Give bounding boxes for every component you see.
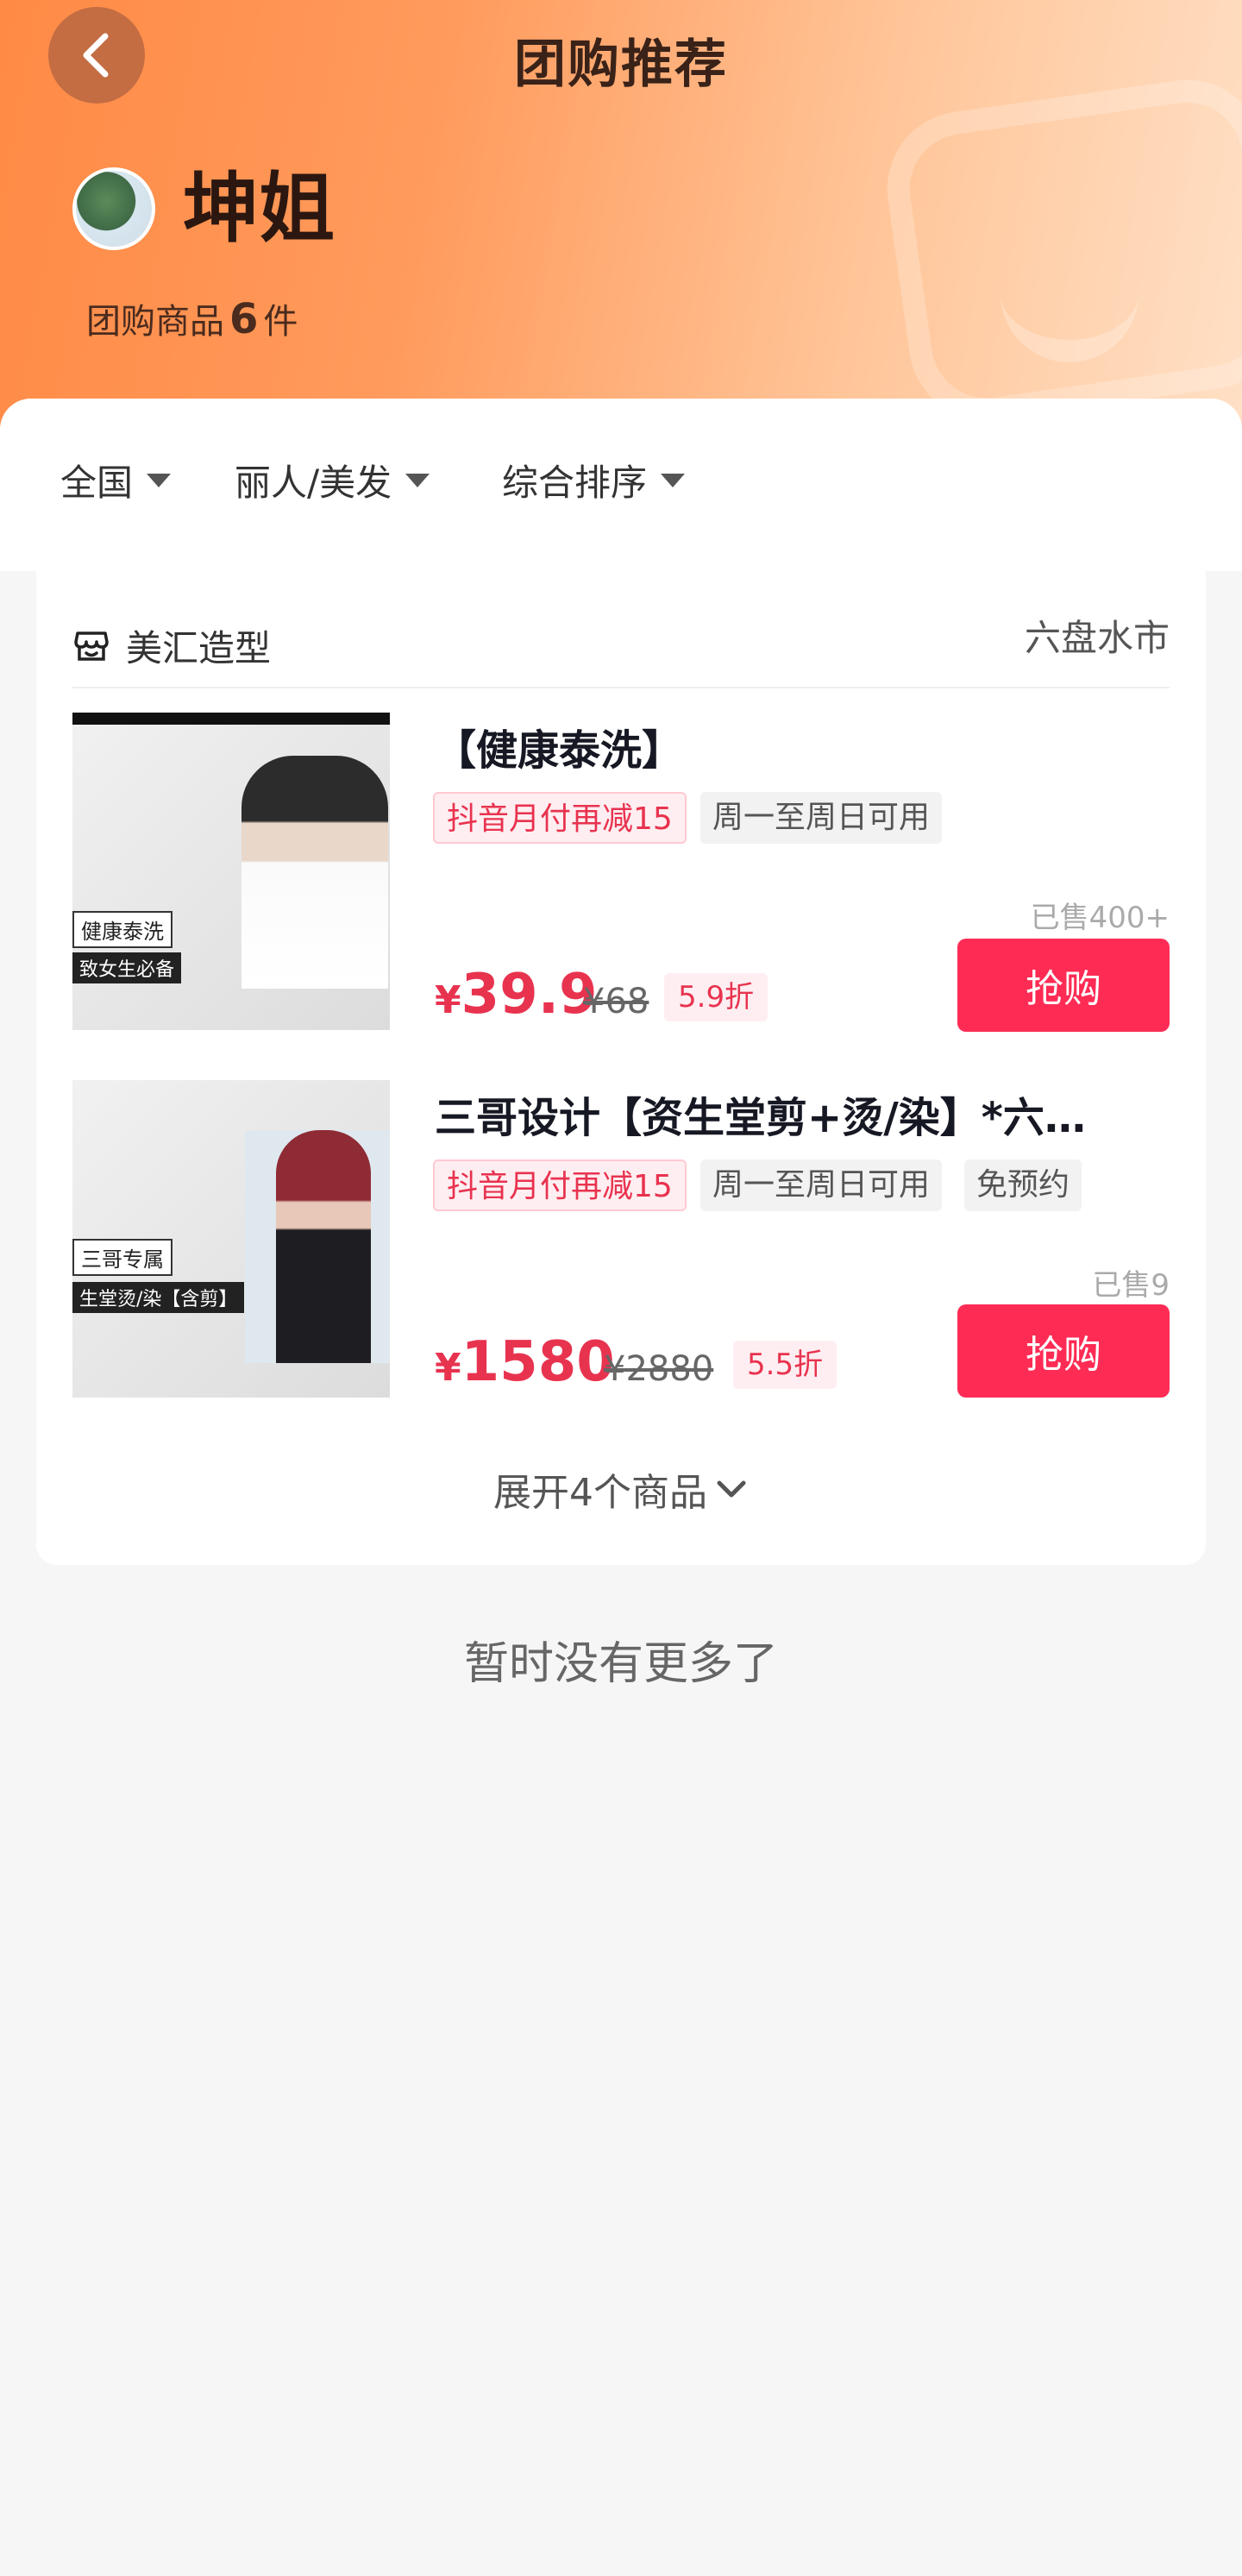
original-price: ¥68	[583, 982, 649, 1021]
thumbnail-top-bar	[72, 713, 390, 725]
filter-category[interactable]: 丽人/美发	[235, 454, 430, 506]
thumbnail-caption: 生堂烫/染【含剪】	[72, 1282, 245, 1313]
caret-down-icon	[147, 473, 172, 487]
product-title[interactable]: 【健康泰洗】	[435, 716, 1170, 776]
avatar[interactable]	[72, 167, 155, 250]
currency-symbol: ¥	[435, 1346, 461, 1390]
caret-down-icon	[405, 473, 430, 487]
store-name: 坤姐	[183, 164, 336, 253]
shop-header[interactable]: 美汇造型	[72, 604, 1170, 687]
goods-count-suffix: 件	[263, 302, 298, 342]
discount-badge: 5.5折	[733, 1341, 837, 1389]
goods-count-number: 6	[229, 295, 259, 343]
sold-count: 已售9	[1092, 1268, 1170, 1303]
thumbnail-caption: 健康泰洗	[72, 911, 172, 948]
product-thumbnail[interactable]: 健康泰洗 致女生必备	[72, 713, 390, 1030]
thumbnail-caption: 三哥专属	[72, 1239, 172, 1276]
model-photo	[276, 1130, 371, 1363]
shop-city: 六盘水市	[1024, 617, 1170, 659]
currency-symbol: ¥	[435, 978, 461, 1022]
page-title: 团购推荐	[514, 35, 728, 95]
discount-badge: 5.9折	[664, 973, 768, 1021]
filter-region[interactable]: 全国	[60, 454, 172, 506]
sale-price: ¥1580	[435, 1330, 615, 1394]
filter-category-label: 丽人/美发	[235, 462, 392, 504]
tag-promotion: 抖音月付再减15	[433, 792, 687, 844]
buy-button[interactable]: 抢购	[957, 1304, 1170, 1398]
buy-button[interactable]: 抢购	[957, 939, 1170, 1032]
tag-no-reservation: 免预约	[964, 1159, 1082, 1211]
no-more-text: 暂时没有更多了	[463, 1638, 778, 1690]
goods-count-prefix: 团购商品	[86, 302, 224, 342]
price-amount: 1580	[461, 1330, 615, 1394]
sale-price: ¥39.9	[435, 963, 598, 1027]
caret-down-icon	[661, 473, 686, 487]
product-title[interactable]: 三哥设计【资生堂剪+烫/染】*六…	[435, 1084, 1170, 1144]
shop-name: 美汇造型	[126, 626, 272, 669]
filter-sort-label: 综合排序	[502, 462, 648, 504]
model-photo	[242, 756, 388, 989]
tag-promotion: 抖音月付再减15	[433, 1159, 687, 1211]
goods-count: 团购商品 6 件	[86, 293, 298, 343]
original-price: ¥2880	[604, 1349, 714, 1389]
price-amount: 39.9	[461, 963, 598, 1027]
chevron-down-icon	[717, 1480, 746, 1498]
expand-more-label: 展开4个商品	[493, 1471, 707, 1515]
filter-sort[interactable]: 综合排序	[502, 454, 686, 506]
expand-more-button[interactable]: 展开4个商品	[0, 1461, 1242, 1517]
tag-availability: 周一至周日可用	[700, 792, 943, 844]
sold-count: 已售400+	[1030, 901, 1170, 935]
store-icon	[74, 631, 109, 661]
divider	[72, 687, 1170, 688]
filter-region-label: 全国	[60, 462, 134, 504]
decorative-shop-graphic	[877, 70, 1242, 430]
product-thumbnail[interactable]: 三哥专属 生堂烫/染【含剪】	[72, 1080, 390, 1398]
thumbnail-caption: 致女生必备	[72, 952, 182, 983]
tag-availability: 周一至周日可用	[700, 1159, 943, 1211]
